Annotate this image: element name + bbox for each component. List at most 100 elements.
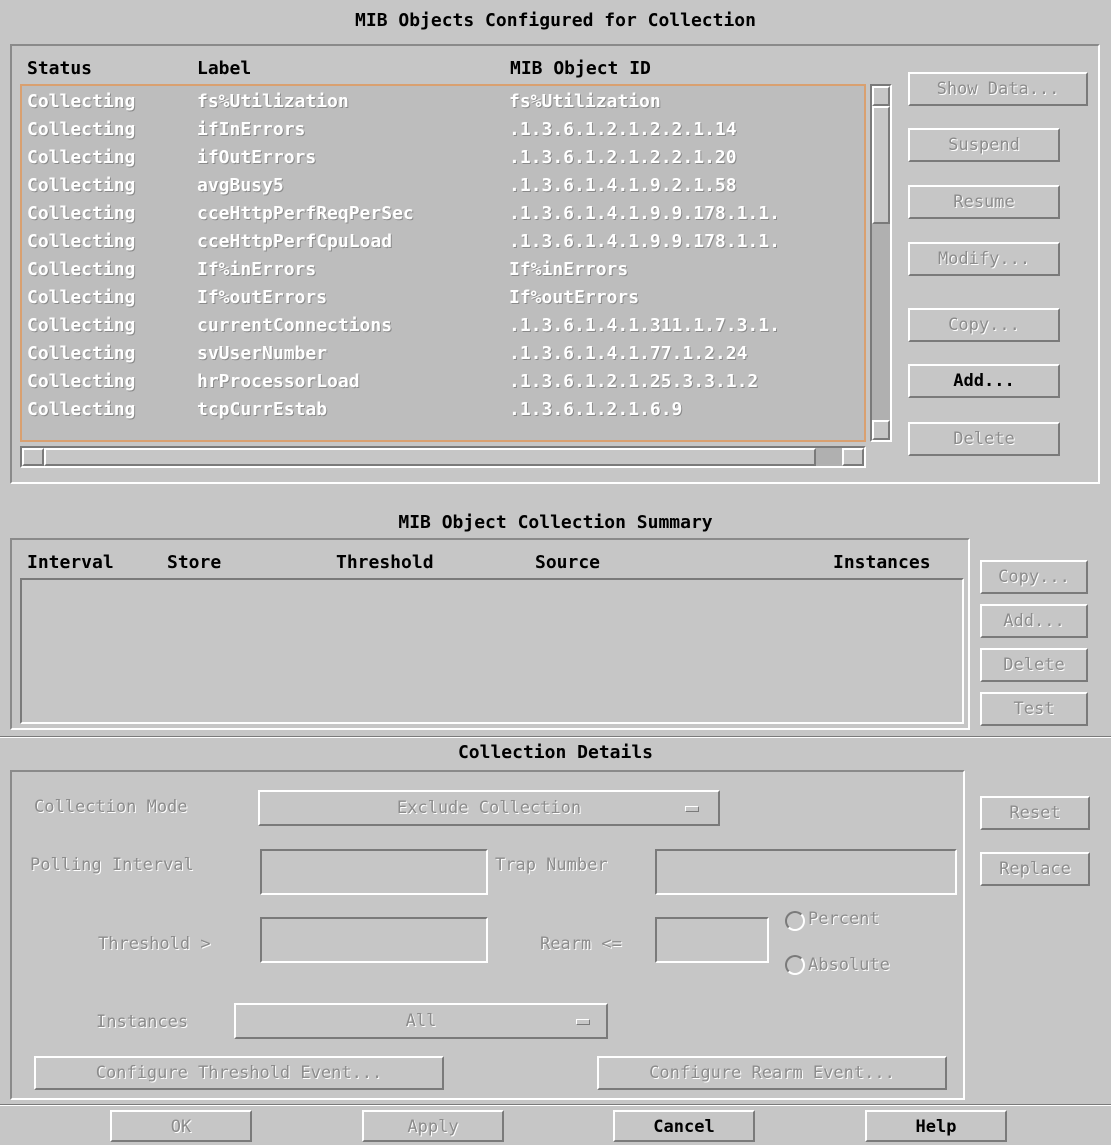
row-mib-object-id: .1.3.6.1.4.1.9.9.178.1.1.	[509, 203, 780, 224]
absolute-label: Absolute	[808, 955, 890, 975]
scroll-hthumb[interactable]	[44, 448, 816, 466]
divider-footer	[0, 1104, 1111, 1106]
summary-copy-button[interactable]: Copy...	[980, 560, 1088, 594]
column-header-interval[interactable]: Interval	[27, 552, 114, 573]
row-label: ifOutErrors	[197, 147, 317, 168]
row-mib-object-id: .1.3.6.1.4.1.9.2.1.58	[509, 175, 737, 196]
absolute-radio[interactable]	[785, 955, 805, 975]
row-status: Collecting	[27, 203, 136, 224]
scroll-down-arrow[interactable]	[872, 420, 890, 440]
table-row[interactable]: Collecting If%inErrors If%inErrors	[22, 256, 864, 284]
row-status: Collecting	[27, 399, 136, 420]
table-row[interactable]: Collecting avgBusy5 .1.3.6.1.4.1.9.2.1.58	[22, 172, 864, 200]
row-label: If%outErrors	[197, 287, 328, 308]
column-header-instances[interactable]: Instances	[833, 552, 931, 573]
threshold-field[interactable]	[260, 917, 488, 963]
cancel-button[interactable]: Cancel	[613, 1110, 755, 1142]
row-label: cceHttpPerfReqPerSec	[197, 203, 414, 224]
row-label: tcpCurrEstab	[197, 399, 328, 420]
collection-mode-label: Collection Mode	[34, 797, 188, 817]
row-label: currentConnections	[197, 315, 393, 336]
row-mib-object-id: .1.3.6.1.2.1.6.9	[509, 399, 683, 420]
row-mib-object-id: .1.3.6.1.2.1.25.3.3.1.2	[509, 371, 759, 392]
scroll-right-arrow[interactable]	[842, 448, 864, 466]
table-row[interactable]: Collecting hrProcessorLoad .1.3.6.1.2.1.25…	[22, 368, 864, 396]
summary-test-button[interactable]: Test	[980, 692, 1088, 726]
reset-button[interactable]: Reset	[980, 796, 1090, 830]
column-header-threshold[interactable]: Threshold	[336, 552, 434, 573]
row-status: Collecting	[27, 259, 136, 280]
column-header-mib-object-id[interactable]: MIB Object ID	[510, 58, 651, 79]
percent-radio[interactable]	[785, 911, 805, 931]
summary-section-title: MIB Object Collection Summary	[398, 512, 713, 533]
ok-button[interactable]: OK	[110, 1110, 252, 1142]
scroll-left-arrow[interactable]	[22, 448, 44, 466]
add-button[interactable]: Add...	[908, 364, 1060, 398]
collection-mode-select[interactable]: Exclude Collection	[258, 790, 720, 826]
row-label: svUserNumber	[197, 343, 328, 364]
table-row[interactable]: Collecting cceHttpPerfCpuLoad .1.3.6.1.4.1…	[22, 228, 864, 256]
row-status: Collecting	[27, 147, 136, 168]
row-mib-object-id: .1.3.6.1.2.1.2.2.1.14	[509, 119, 737, 140]
configure-threshold-event-button[interactable]: Configure Threshold Event...	[34, 1056, 444, 1090]
rearm-field[interactable]	[655, 917, 769, 963]
option-menu-indicator-icon	[685, 806, 699, 812]
row-mib-object-id: .1.3.6.1.4.1.77.1.2.24	[509, 343, 748, 364]
rearm-label: Rearm <=	[540, 934, 622, 954]
row-status: Collecting	[27, 231, 136, 252]
row-status: Collecting	[27, 119, 136, 140]
show-data-button[interactable]: Show Data...	[908, 72, 1088, 106]
column-header-store[interactable]: Store	[167, 552, 221, 573]
row-label: hrProcessorLoad	[197, 371, 360, 392]
row-mib-object-id: fs%Utilization	[509, 91, 661, 112]
column-header-status[interactable]: Status	[27, 58, 92, 79]
trap-number-field[interactable]	[655, 849, 957, 895]
row-status: Collecting	[27, 343, 136, 364]
delete-button[interactable]: Delete	[908, 422, 1060, 456]
table-row[interactable]: Collecting ifInErrors .1.3.6.1.2.1.2.2.1.1…	[22, 116, 864, 144]
table-row[interactable]: Collecting fs%Utilization fs%Utilization	[22, 88, 864, 116]
details-section-title: Collection Details	[457, 742, 654, 763]
scroll-thumb[interactable]	[872, 106, 890, 224]
table-row[interactable]: Collecting svUserNumber .1.3.6.1.4.1.77.1.…	[22, 340, 864, 368]
row-label: fs%Utilization	[197, 91, 349, 112]
column-header-source[interactable]: Source	[535, 552, 600, 573]
polling-interval-field[interactable]	[260, 849, 488, 895]
summary-add-button[interactable]: Add...	[980, 604, 1088, 638]
instances-select[interactable]: All	[234, 1003, 608, 1039]
row-mib-object-id: .1.3.6.1.2.1.2.2.1.20	[509, 147, 737, 168]
apply-button[interactable]: Apply	[362, 1110, 504, 1142]
row-status: Collecting	[27, 287, 136, 308]
row-mib-object-id: If%inErrors	[509, 259, 629, 280]
threshold-label: Threshold >	[98, 934, 211, 954]
table-row[interactable]: Collecting If%outErrors If%outErrors	[22, 284, 864, 312]
row-status: Collecting	[27, 315, 136, 336]
copy-button[interactable]: Copy...	[908, 308, 1060, 342]
row-mib-object-id: If%outErrors	[509, 287, 640, 308]
collection-summary-list[interactable]	[20, 578, 964, 724]
modify-button[interactable]: Modify...	[908, 242, 1060, 276]
suspend-button[interactable]: Suspend	[908, 128, 1060, 162]
row-status: Collecting	[27, 91, 136, 112]
configure-rearm-event-button[interactable]: Configure Rearm Event...	[597, 1056, 947, 1090]
resume-button[interactable]: Resume	[908, 185, 1060, 219]
row-label: cceHttpPerfCpuLoad	[197, 231, 393, 252]
vertical-scrollbar[interactable]	[870, 84, 892, 442]
instances-label: Instances	[96, 1012, 189, 1032]
instances-value: All	[405, 1011, 437, 1031]
row-status: Collecting	[27, 175, 136, 196]
scroll-up-arrow[interactable]	[872, 86, 890, 106]
row-label: ifInErrors	[197, 119, 306, 140]
horizontal-scrollbar[interactable]	[20, 446, 866, 468]
mib-objects-list[interactable]: Collecting fs%Utilization fs%Utilization Co…	[20, 84, 866, 442]
percent-label: Percent	[808, 909, 880, 929]
table-row[interactable]: Collecting tcpCurrEstab .1.3.6.1.2.1.6.9	[22, 396, 864, 424]
replace-button[interactable]: Replace	[980, 852, 1090, 886]
column-header-label[interactable]: Label	[197, 58, 251, 79]
table-row[interactable]: Collecting cceHttpPerfReqPerSec .1.3.6.1.4…	[22, 200, 864, 228]
row-status: Collecting	[27, 371, 136, 392]
summary-delete-button[interactable]: Delete	[980, 648, 1088, 682]
table-row[interactable]: Collecting ifOutErrors .1.3.6.1.2.1.2.2.1.…	[22, 144, 864, 172]
help-button[interactable]: Help	[865, 1110, 1007, 1142]
table-row[interactable]: Collecting currentConnections .1.3.6.1.4.1…	[22, 312, 864, 340]
